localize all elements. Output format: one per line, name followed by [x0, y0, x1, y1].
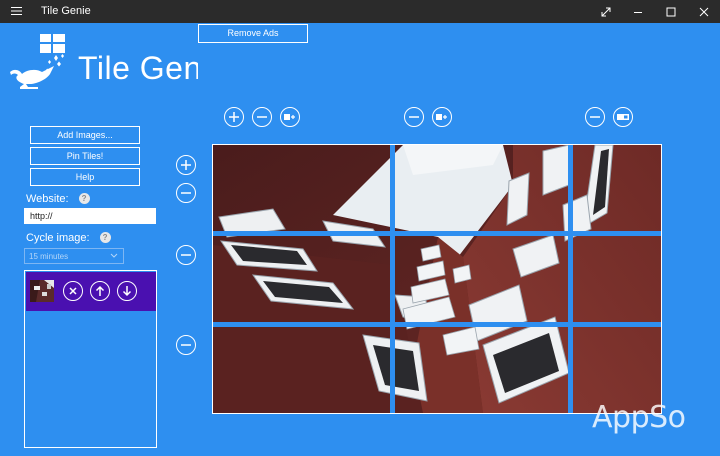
image-list [24, 270, 157, 448]
website-input[interactable]: http:// [24, 208, 156, 224]
website-help-icon[interactable]: ? [78, 193, 90, 204]
move-up-icon[interactable] [90, 281, 110, 301]
image-thumbnail [30, 280, 54, 302]
add-wide-tile-icon-2[interactable] [432, 107, 452, 127]
cycle-interval-value: 15 minutes [29, 252, 69, 261]
add-wide-tile-icon[interactable] [280, 107, 300, 127]
watermark: AppSo [592, 400, 686, 435]
remove-row-icon-3[interactable] [176, 335, 196, 355]
add-images-button[interactable]: Add Images... [30, 126, 140, 144]
cycle-image-label: Cycle image:? [26, 232, 111, 244]
cycle-help-icon[interactable]: ? [99, 232, 111, 243]
remove-ads-button[interactable]: Remove Ads [198, 24, 308, 43]
genie-lamp-logo [6, 32, 78, 95]
add-row-icon[interactable] [176, 155, 196, 175]
expand-icon[interactable] [590, 0, 622, 23]
cycle-interval-select[interactable]: 15 minutes [24, 248, 124, 264]
move-down-icon[interactable] [117, 281, 137, 301]
remove-row-icon-2[interactable] [176, 245, 196, 265]
maximize-icon[interactable] [655, 0, 687, 23]
help-button[interactable]: Help [30, 168, 140, 186]
close-icon[interactable] [688, 0, 720, 23]
minimize-icon[interactable] [622, 0, 654, 23]
title-bar: Tile Genie [0, 0, 720, 23]
list-item[interactable] [26, 272, 156, 311]
remove-column-icon-3[interactable] [585, 107, 605, 127]
remove-column-icon-2[interactable] [404, 107, 424, 127]
remove-row-icon[interactable] [176, 183, 196, 203]
website-label-text: Website: [26, 193, 69, 205]
chevron-down-icon [110, 249, 118, 269]
remove-column-icon[interactable] [252, 107, 272, 127]
hamburger-icon[interactable] [10, 4, 24, 18]
website-label: Website:? [26, 193, 90, 205]
wide-tile-icon[interactable] [613, 107, 633, 127]
cycle-image-label-text: Cycle image: [26, 232, 90, 244]
window-title: Tile Genie [41, 5, 91, 17]
tile-canvas[interactable] [212, 144, 662, 414]
remove-icon[interactable] [63, 281, 83, 301]
building-photo [213, 145, 661, 413]
pin-tiles-button[interactable]: Pin Tiles! [30, 147, 140, 165]
app-title: Tile Genie [78, 50, 198, 86]
add-column-icon[interactable] [224, 107, 244, 127]
